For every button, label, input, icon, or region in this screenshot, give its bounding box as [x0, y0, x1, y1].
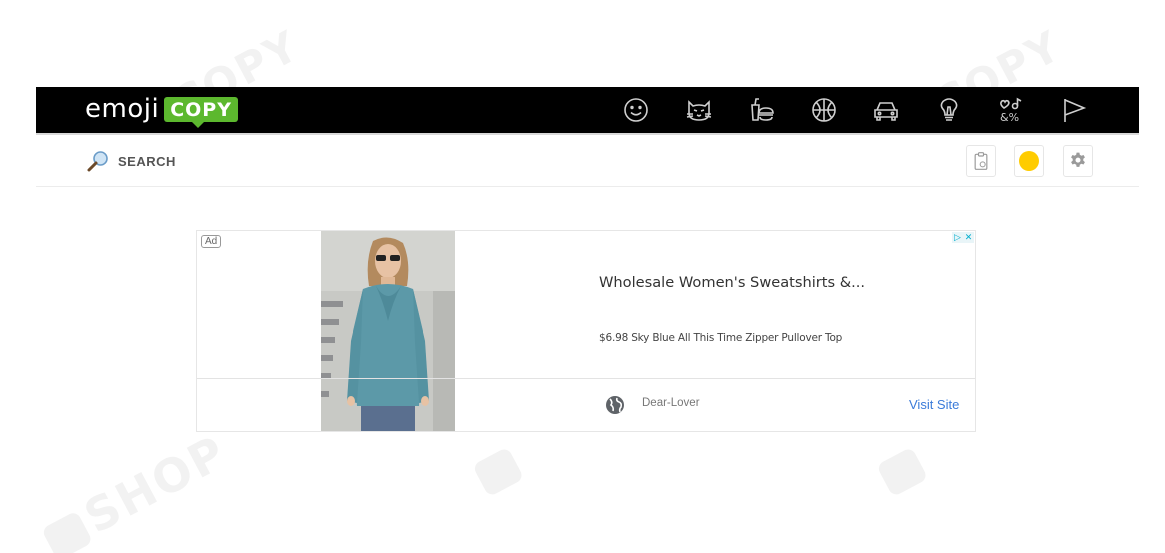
watermark-shop	[466, 432, 532, 501]
search-label: SEARCH	[118, 153, 176, 169]
car-icon	[874, 102, 898, 121]
food-drink-icon	[751, 98, 774, 121]
category-food[interactable]	[744, 93, 778, 127]
ad-divider	[197, 378, 975, 379]
globe-icon	[606, 396, 624, 414]
advertisement[interactable]: Ad ▷ ✕ Wholesale Women's Sweatshirts &..…	[196, 230, 976, 432]
visit-site-link[interactable]: Visit Site	[909, 397, 959, 412]
logo-emoji-text: emoji	[85, 94, 160, 124]
symbols-icon: &%	[1000, 97, 1022, 124]
clipboard-button[interactable]	[966, 145, 996, 177]
watermark-shop	[870, 432, 936, 501]
light-bulb-icon	[940, 98, 957, 121]
ad-choices[interactable]: ▷ ✕	[952, 232, 974, 243]
clipboard-icon	[974, 152, 988, 170]
cat-face-icon	[686, 100, 711, 121]
search-button[interactable]: SEARCH	[86, 149, 176, 173]
svg-text:&%: &%	[1000, 111, 1019, 124]
watermark-shop: SHOP	[35, 425, 236, 553]
gear-icon	[1071, 152, 1085, 167]
ad-description: $6.98 Sky Blue All This Time Zipper Pull…	[599, 332, 843, 344]
category-smileys[interactable]	[619, 93, 653, 127]
ad-headline[interactable]: Wholesale Women's Sweatshirts &...	[599, 274, 865, 291]
category-objects[interactable]	[932, 93, 966, 127]
woman-in-sweater-photo	[321, 231, 455, 431]
logo-copy-badge: COPY	[164, 96, 238, 128]
smiley-face-icon	[624, 98, 648, 122]
flag-icon	[1063, 99, 1086, 122]
sports-ball-icon	[811, 98, 836, 122]
category-activities[interactable]	[807, 93, 841, 127]
skin-tone-button[interactable]	[1014, 145, 1044, 177]
ad-badge: Ad	[201, 235, 222, 248]
skin-tone-swatch	[1019, 151, 1039, 171]
top-nav-bar: emoji COPY &%	[36, 87, 1139, 133]
emojicopy-logo[interactable]: emoji COPY	[85, 94, 238, 128]
ad-close-icon[interactable]: ✕	[963, 232, 974, 243]
ad-product-image[interactable]	[321, 231, 455, 431]
category-travel[interactable]	[869, 93, 903, 127]
ad-advertiser-name[interactable]: Dear-Lover	[642, 397, 700, 409]
category-flags[interactable]	[1057, 93, 1091, 127]
settings-button[interactable]	[1063, 145, 1093, 177]
category-symbols[interactable]: &%	[994, 93, 1028, 127]
ad-choices-icon[interactable]: ▷	[952, 232, 963, 243]
category-nav: &%	[619, 87, 1119, 133]
category-animals[interactable]	[682, 93, 716, 127]
magnifying-glass-icon	[87, 151, 108, 172]
search-toolbar: SEARCH	[36, 135, 1139, 187]
